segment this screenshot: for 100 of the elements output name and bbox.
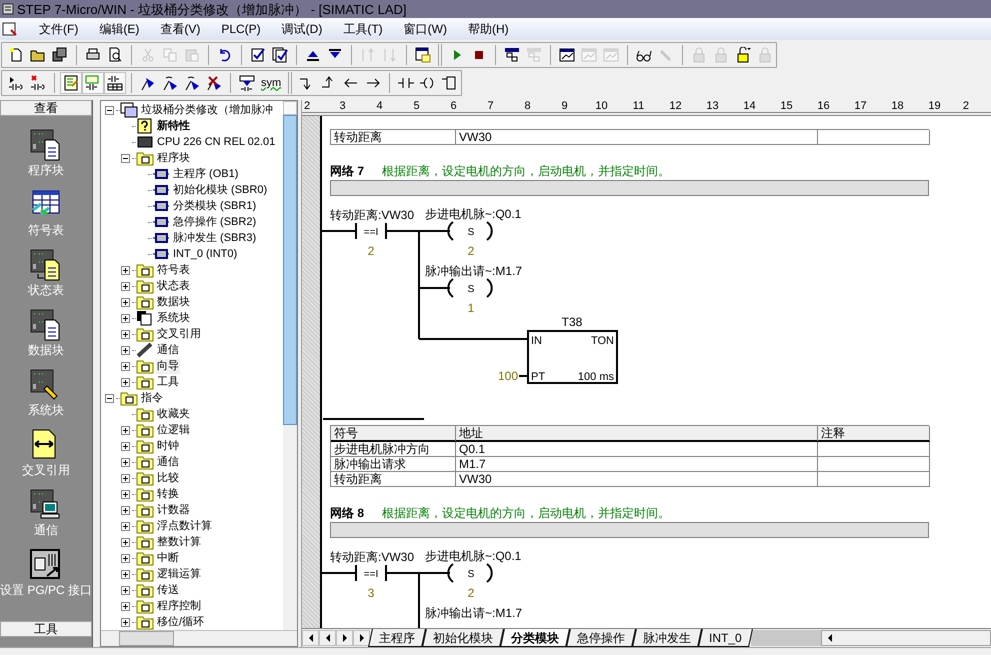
expand-toggle[interactable]	[120, 522, 130, 530]
tree-item[interactable]: 比较	[156, 470, 180, 486]
expand-toggle[interactable]	[120, 490, 130, 498]
timer-name: T38	[562, 315, 582, 329]
operand-label: 步进电机脉~:Q0.1	[425, 549, 522, 563]
expand-toggle[interactable]	[120, 506, 130, 514]
menu-item[interactable]: 编辑(E)	[99, 23, 140, 35]
toolbar-button[interactable]	[60, 72, 82, 94]
expand-toggle[interactable]	[120, 618, 130, 626]
sheet-tab[interactable]: 急停操作	[566, 629, 636, 647]
comment-bar[interactable]	[330, 522, 929, 538]
tree-item[interactable]: 主程序 (OB1)	[172, 166, 240, 182]
expand-toggle[interactable]	[120, 298, 130, 306]
tree-item[interactable]: 传送	[156, 582, 180, 598]
sheet-tab[interactable]: 主程序	[368, 629, 426, 647]
tree-item[interactable]: 急停操作 (SBR2)	[172, 214, 258, 230]
expand-toggle[interactable]	[120, 554, 130, 562]
expand-toggle[interactable]	[120, 282, 130, 290]
ruler-number: 16	[816, 100, 831, 112]
compare-contact[interactable]	[322, 222, 420, 240]
expand-toggle[interactable]	[120, 538, 130, 546]
menu-item[interactable]: PLC(P)	[221, 23, 261, 35]
tree-item[interactable]: 脉冲发生 (SBR3)	[172, 230, 258, 246]
expand-toggle[interactable]	[120, 586, 130, 594]
expand-toggle[interactable]	[120, 474, 130, 482]
tab-scroll-button[interactable]	[302, 630, 319, 646]
nav-header[interactable]: 查看	[0, 100, 92, 116]
horizontal-scrollbar[interactable]	[101, 630, 297, 646]
sheet-tab[interactable]: 分类模块	[500, 629, 570, 647]
tree-item[interactable]: 状态表	[156, 278, 191, 294]
tab-scroll-button[interactable]	[319, 630, 336, 646]
tree-item[interactable]: 位逻辑	[156, 422, 191, 438]
network-title: 网络 7	[330, 163, 364, 180]
expand-toggle[interactable]	[120, 378, 130, 386]
menu-item[interactable]: 查看(V)	[160, 23, 200, 35]
tree-item[interactable]: 收藏夹	[156, 406, 191, 422]
cpu-icon	[136, 134, 154, 150]
set-coil[interactable]	[418, 221, 493, 241]
comment-bar[interactable]	[330, 180, 929, 196]
collapse-toggle[interactable]	[104, 394, 114, 402]
expand-toggle[interactable]	[120, 570, 130, 578]
collapse-toggle[interactable]	[120, 154, 130, 162]
tree-item[interactable]: 系统块	[156, 310, 191, 326]
toolbar-button[interactable]: sym	[258, 72, 284, 94]
expand-toggle[interactable]	[120, 602, 130, 610]
expand-toggle[interactable]	[120, 362, 130, 370]
tree-item[interactable]: 新特性	[156, 118, 191, 134]
flag-arrow-icon	[162, 75, 178, 91]
tree-item[interactable]: 转换	[156, 486, 180, 502]
tree-item[interactable]: 向导	[156, 358, 180, 374]
expand-toggle[interactable]	[120, 458, 130, 466]
set-coil[interactable]	[418, 563, 493, 583]
set-coil[interactable]	[418, 278, 493, 298]
tree-item[interactable]: 初始化模块 (SBR0)	[172, 182, 268, 198]
tree-item[interactable]: 交叉引用	[156, 326, 202, 342]
tree-item[interactable]: 程序块	[156, 150, 191, 166]
tree-item[interactable]: 通信	[156, 342, 180, 358]
tree-item[interactable]: 整数计算	[156, 534, 202, 550]
menu-item[interactable]: 帮助(H)	[468, 23, 509, 35]
tree-item[interactable]: 计数器	[156, 502, 191, 518]
expand-toggle[interactable]	[120, 314, 130, 322]
toolbar-button[interactable]	[82, 72, 104, 94]
collapse-toggle[interactable]	[104, 106, 114, 114]
expand-toggle[interactable]	[120, 426, 130, 434]
tree-item[interactable]: 垃圾桶分类修改（增加脉冲	[140, 102, 274, 118]
menu-item[interactable]: 窗口(W)	[404, 23, 447, 35]
compare-contact[interactable]	[322, 564, 420, 582]
menu-item[interactable]: 文件(F)	[39, 23, 78, 35]
sheet-tab[interactable]: INT_0	[698, 629, 753, 647]
menu-item[interactable]: 工具(T)	[343, 23, 383, 35]
menu-item[interactable]: 调试(D)	[282, 23, 322, 35]
tree-item[interactable]: CPU 226 CN REL 02.01	[156, 134, 276, 150]
tree-item[interactable]: 程序控制	[156, 598, 202, 614]
expand-toggle[interactable]	[120, 330, 130, 338]
tree-item[interactable]: 数据块	[156, 294, 191, 310]
toolbar-button[interactable]	[104, 72, 126, 94]
horizontal-scrollbar[interactable]	[821, 630, 991, 646]
nav-footer[interactable]: 工具	[0, 621, 92, 637]
tree-item[interactable]: 浮点数计算	[156, 518, 213, 534]
sheet-tab[interactable]: 脉冲发生	[632, 629, 702, 647]
expand-toggle[interactable]	[120, 442, 130, 450]
tree-item[interactable]: 中断	[156, 550, 180, 566]
padlock-icon	[691, 47, 707, 63]
ruler-number: 19	[927, 100, 942, 112]
tree-item[interactable]: 工具	[156, 374, 180, 390]
tree-item[interactable]: 时钟	[156, 438, 180, 454]
tree-item[interactable]: 移位/循环	[156, 614, 206, 630]
network-status-icon	[504, 47, 520, 63]
tab-scroll-button[interactable]	[336, 630, 353, 646]
tree-item[interactable]: 符号表	[156, 262, 191, 278]
sheet-tab[interactable]: 初始化模块	[422, 629, 504, 647]
expand-toggle[interactable]	[120, 266, 130, 274]
tree-item[interactable]: 分类模块 (SBR1)	[172, 198, 258, 214]
tree-item[interactable]: 逻辑运算	[156, 566, 202, 582]
expand-toggle[interactable]	[120, 346, 130, 354]
vertical-scrollbar[interactable]	[283, 101, 297, 630]
tree-item[interactable]: INT_0 (INT0)	[172, 246, 238, 262]
timer-box[interactable]	[527, 330, 618, 384]
tree-item[interactable]: 指令	[140, 390, 164, 406]
tree-item[interactable]: 通信	[156, 454, 180, 470]
